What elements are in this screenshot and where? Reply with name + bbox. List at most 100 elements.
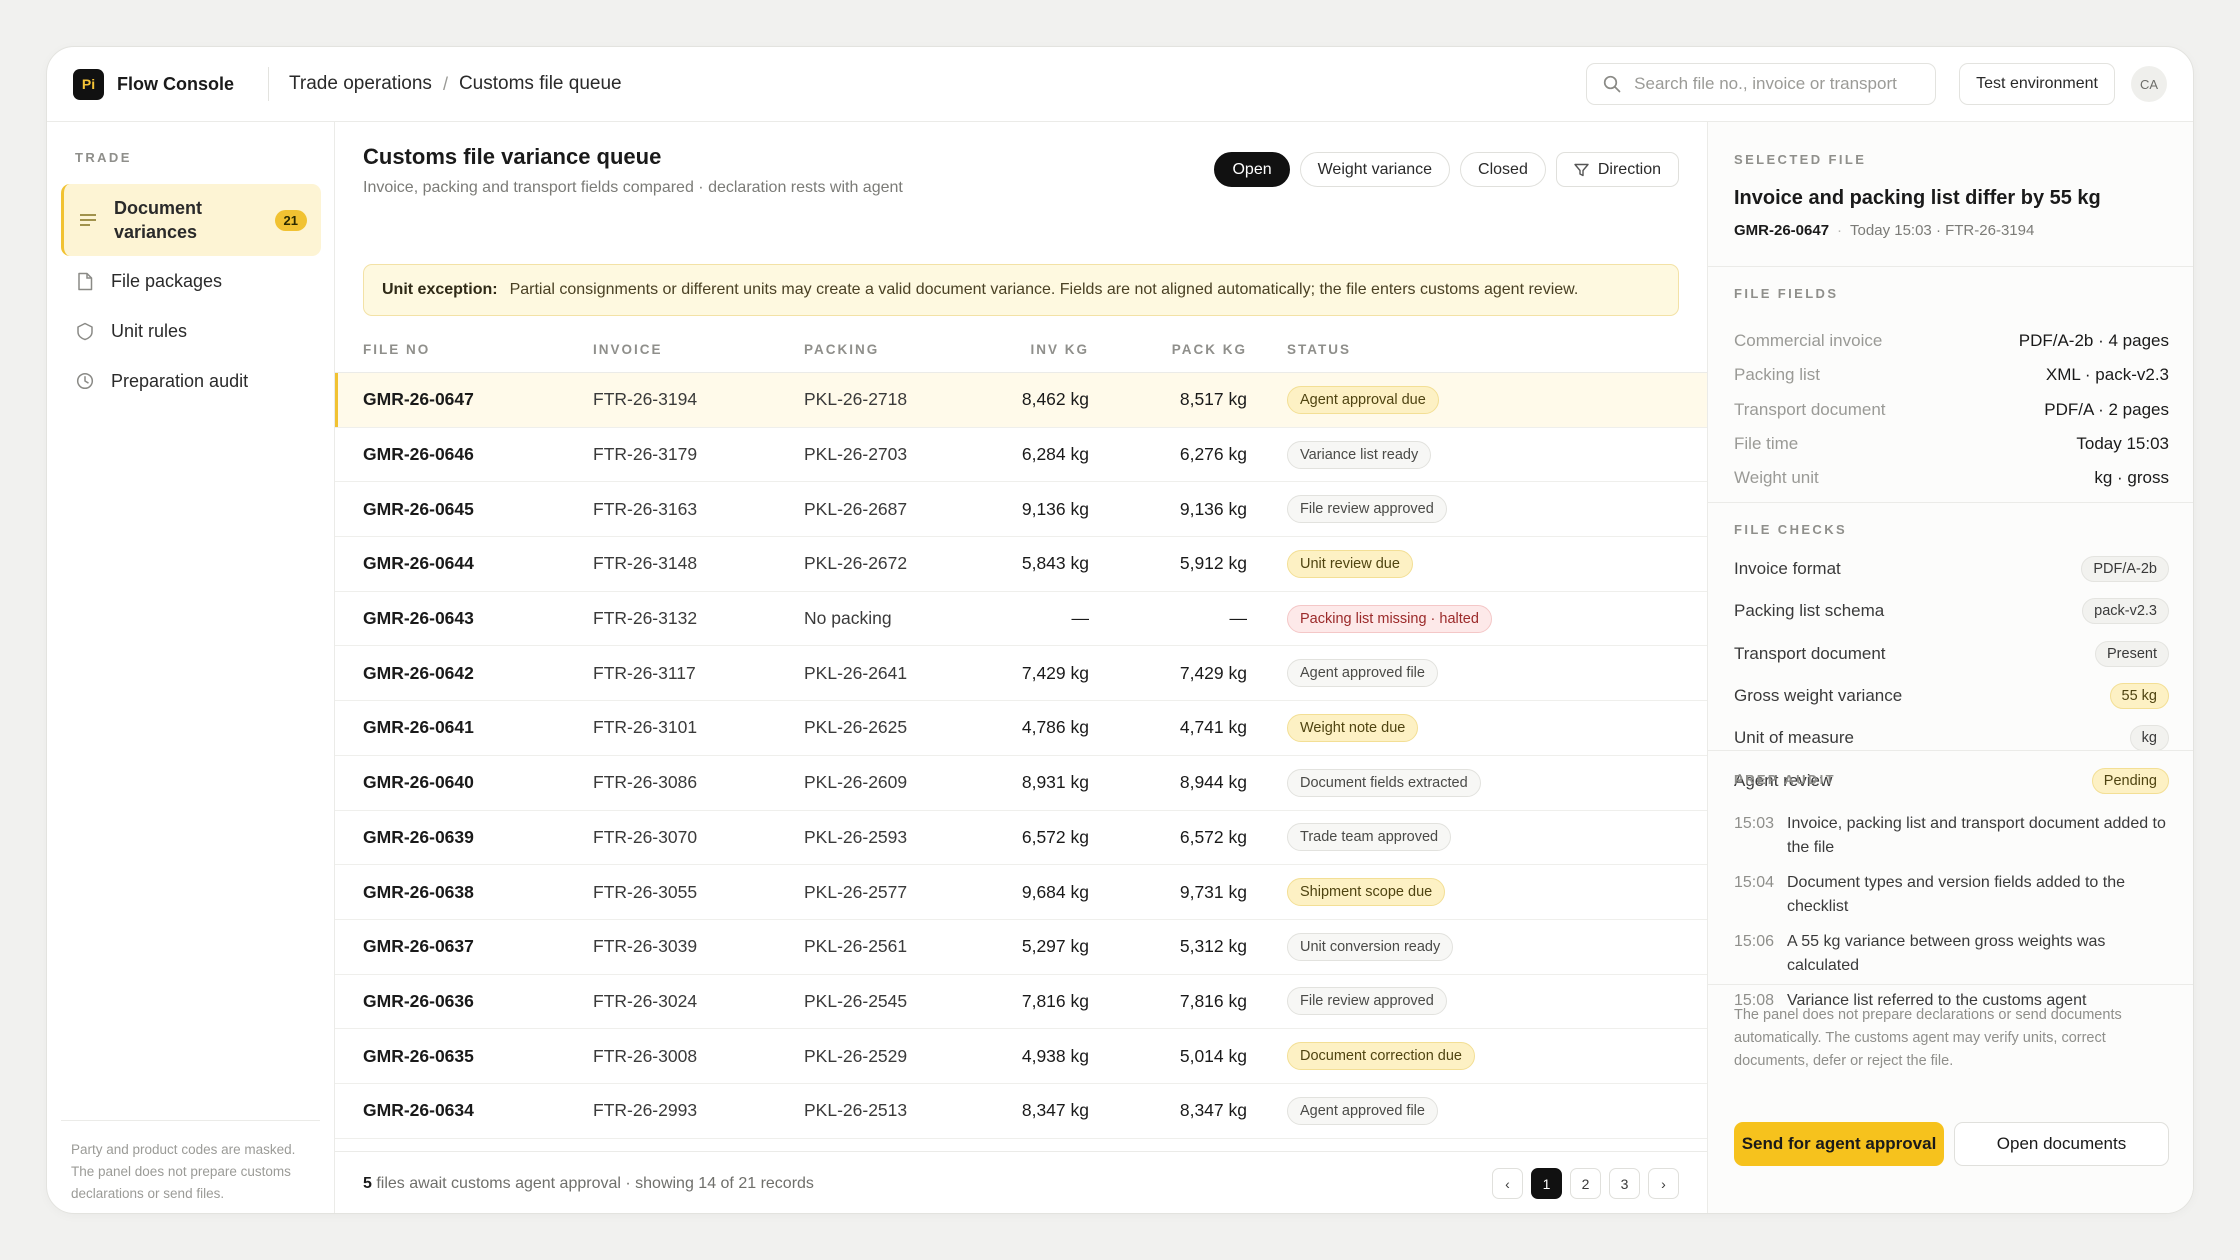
column-header-inv-kg[interactable]: INV KG [979, 342, 1089, 357]
table-row[interactable]: GMR-26-0641 FTR-26-3101 PKL-26-2625 4,786 k… [335, 701, 1707, 756]
table-row[interactable]: GMR-26-0645 FTR-26-3163 PKL-26-2687 9,136 k… [335, 482, 1707, 538]
page-title: Customs file variance queue [363, 144, 662, 169]
table-row[interactable]: GMR-26-0646 FTR-26-3179 PKL-26-2703 6,284 k… [335, 428, 1707, 483]
table-row[interactable]: GMR-26-0634 FTR-26-2993 PKL-26-2513 8,347 k… [335, 1084, 1707, 1139]
audit-text: A 55 kg variance between gross weights w… [1787, 933, 2106, 974]
inv-kg-cell: 5,843 kg [1021, 553, 1089, 574]
table-header: FILE NO INVOICE PACKING INV KG PACK KG S… [335, 327, 1707, 373]
page-prev-button[interactable]: ‹ [1492, 1168, 1523, 1199]
table-row[interactable]: GMR-26-0642 FTR-26-3117 PKL-26-2641 7,429 k… [335, 646, 1707, 702]
table-row[interactable]: GMR-26-0637 FTR-26-3039 PKL-26-2561 5,297 k… [335, 920, 1707, 975]
packing-cell: PKL-26-2625 [804, 717, 908, 738]
audit-item: 15:03 Invoice, packing list and transport… [1734, 812, 2169, 860]
shield-icon [75, 321, 95, 341]
status-cell: File review approved [1287, 495, 1447, 524]
column-header-pack-kg[interactable]: PACK KG [1089, 342, 1247, 357]
audit-text: Document types and version fields added … [1787, 874, 2125, 915]
field-value: XML · pack-v2.3 [2045, 365, 2169, 385]
pagination: ‹ 1 2 3 › [1492, 1168, 1679, 1199]
inv-kg-cell: 9,684 kg [1021, 881, 1089, 902]
file-no-cell: GMR-26-0638 [363, 881, 474, 902]
count-badge: 21 [274, 209, 307, 231]
panel-note: The panel does not prepare declarations … [1734, 1007, 2122, 1069]
invoice-cell: FTR-26-3024 [593, 990, 698, 1011]
file-check-row: Packing list schema pack-v2.3 [1734, 590, 2169, 632]
inv-kg-cell: 6,284 kg [1021, 444, 1089, 465]
table-row[interactable]: GMR-26-0638 FTR-26-3055 PKL-26-2577 9,684 k… [335, 865, 1707, 920]
filter-closed[interactable]: Closed [1460, 152, 1546, 187]
page-3-button[interactable]: 3 [1609, 1168, 1640, 1199]
pack-kg-cell: 6,276 kg [1179, 444, 1247, 465]
file-no-cell: GMR-26-0635 [363, 1045, 474, 1066]
filter-weight-variance[interactable]: Weight variance [1299, 152, 1451, 187]
column-header-packing[interactable]: PACKING [804, 342, 979, 357]
invoice-cell: FTR-26-3179 [593, 444, 698, 465]
environment-button[interactable]: Test environment [1959, 63, 2115, 105]
column-header-file-no[interactable]: FILE NO [363, 342, 593, 357]
column-header-invoice[interactable]: INVOICE [593, 342, 804, 357]
filter-open[interactable]: Open [1214, 152, 1290, 187]
page-1-button[interactable]: 1 [1531, 1168, 1562, 1199]
breadcrumb-trade-operations[interactable]: Trade operations [289, 73, 432, 95]
sidebar-item-document-variances[interactable]: Document variances 21 [61, 184, 321, 256]
filter-direction[interactable]: Direction [1555, 152, 1679, 187]
check-key: Packing list schema [1734, 601, 1885, 621]
app-logo: Pi [73, 68, 104, 100]
field-key: Transport document [1734, 399, 1886, 419]
file-no-cell: GMR-26-0640 [363, 772, 474, 793]
table-row[interactable]: GMR-26-0640 FTR-26-3086 PKL-26-2609 8,931 k… [335, 756, 1707, 811]
audit-item: 15:04 Document types and version fields a… [1734, 871, 2169, 919]
sidebar-item-unit-rules[interactable]: Unit rules [61, 306, 321, 356]
search-box[interactable] [1586, 63, 1937, 105]
panel-actions: Send for agent approval Open documents [1734, 1122, 2169, 1166]
search-input[interactable] [1634, 74, 1920, 94]
selected-file-title: Invoice and packing list differ by 55 kg [1734, 187, 2101, 209]
filter-direction-label: Direction [1597, 160, 1661, 178]
table-row[interactable]: GMR-26-0635 FTR-26-3008 PKL-26-2529 4,938 k… [335, 1029, 1707, 1084]
packing-cell: PKL-26-2561 [804, 936, 908, 957]
avatar[interactable]: CA [2131, 66, 2167, 102]
page-2-button[interactable]: 2 [1570, 1168, 1601, 1199]
file-icon [75, 271, 95, 291]
table-row[interactable]: GMR-26-0636 FTR-26-3024 PKL-26-2545 7,816 k… [335, 975, 1707, 1030]
status-cell: Document correction due [1287, 1042, 1475, 1071]
send-for-agent-approval-button[interactable]: Send for agent approval [1734, 1122, 1944, 1166]
check-value-badge: 55 kg [2109, 683, 2169, 710]
unit-exception-alert: Unit exception: Partial consignments or … [363, 264, 1679, 316]
sidebar-item-preparation-audit[interactable]: Preparation audit [61, 356, 321, 406]
column-header-status[interactable]: STATUS [1287, 342, 1351, 357]
sidebar-section-label: TRADE [75, 150, 132, 165]
table-row[interactable]: GMR-26-0639 FTR-26-3070 PKL-26-2593 6,572 k… [335, 811, 1707, 866]
page-next-button[interactable]: › [1648, 1168, 1679, 1199]
inv-kg-cell: 8,462 kg [1021, 389, 1089, 410]
list-icon [78, 210, 98, 230]
status-badge: Unit conversion ready [1287, 932, 1454, 961]
invoice-cell: FTR-26-3194 [593, 389, 698, 410]
status-badge: Weight note due [1287, 713, 1419, 742]
sidebar-item-file-packages[interactable]: File packages [61, 256, 321, 306]
footer-text: files await customs agent approval · sho… [371, 1174, 814, 1192]
status-badge: Packing list missing · halted [1287, 604, 1492, 633]
pack-kg-cell: 9,136 kg [1179, 498, 1247, 519]
table-row[interactable]: GMR-26-0647 FTR-26-3194 PKL-26-2718 8,462 k… [335, 373, 1707, 428]
inv-kg-cell: 7,429 kg [1021, 662, 1089, 683]
invoice-cell: FTR-26-3101 [593, 717, 698, 738]
inv-kg-cell: 4,938 kg [1021, 1045, 1089, 1066]
open-documents-button[interactable]: Open documents [1954, 1122, 2169, 1166]
status-cell: Agent approval due [1287, 385, 1439, 414]
file-field-row: Transport document PDF/A · 2 pages [1734, 393, 2169, 427]
file-checks-label: FILE CHECKS [1734, 522, 1848, 537]
divider [1708, 750, 2193, 751]
prep-audit-label: PREP AUDIT [1734, 772, 1837, 787]
table-row[interactable]: GMR-26-0644 FTR-26-3148 PKL-26-2672 5,843 k… [335, 537, 1707, 592]
selected-file-number: GMR-26-0647 [1734, 222, 1830, 239]
packing-cell: PKL-26-2641 [804, 662, 908, 683]
check-value-badge: pack-v2.3 [2082, 598, 2169, 625]
file-no-cell: GMR-26-0641 [363, 717, 474, 738]
divider [1708, 984, 2193, 985]
footer-summary: 5 files await customs agent approval · s… [363, 1175, 814, 1193]
invoice-cell: FTR-26-3117 [593, 662, 696, 683]
status-badge: File review approved [1287, 987, 1447, 1016]
table-row[interactable]: GMR-26-0643 FTR-26-3132 No packing — — Packin… [335, 592, 1707, 647]
sidebar-item-label: Unit rules [111, 321, 188, 341]
